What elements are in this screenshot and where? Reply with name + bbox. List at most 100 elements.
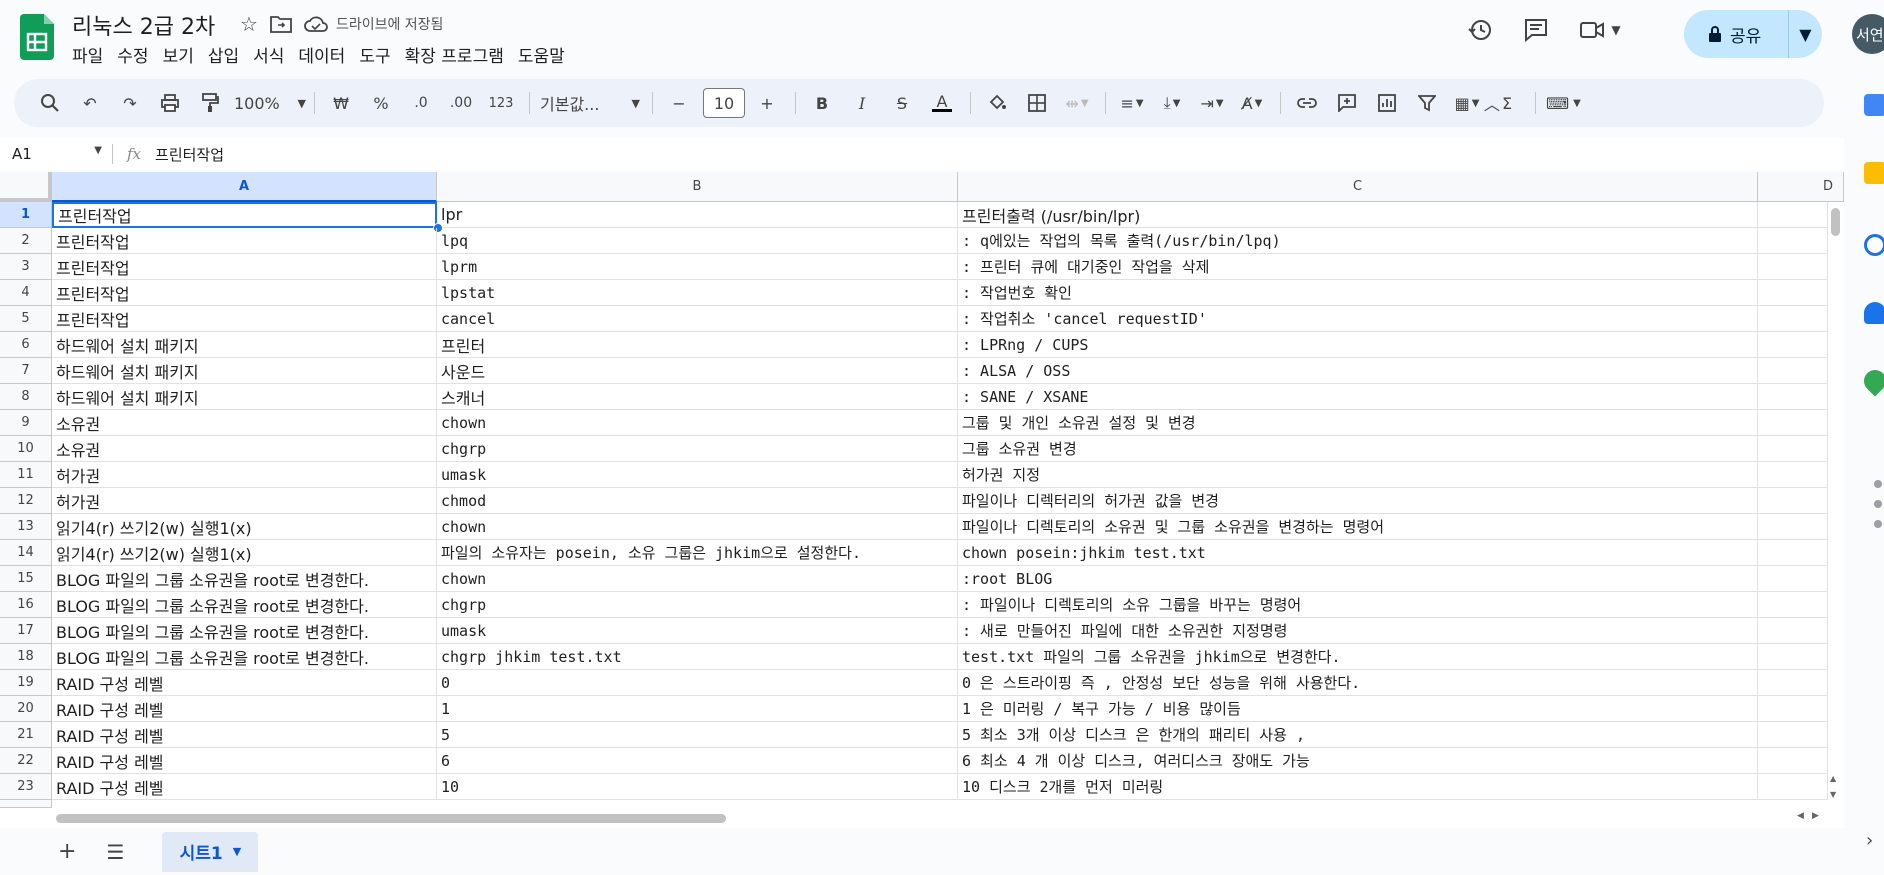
decrease-font-size-icon[interactable]: − [663,87,695,119]
row-header[interactable]: 2 [0,228,52,254]
cell-a[interactable]: 읽기4(r) 쓰기2(w) 실행1(x) [52,514,437,540]
row-header[interactable]: 19 [0,670,52,696]
scroll-right-icon[interactable]: ▶ [1812,811,1819,821]
cell-c[interactable]: chown posein:jhkim test.txt [958,540,1758,566]
zoom-select[interactable]: 100% ▼ [234,87,306,119]
cell-a[interactable]: 하드웨어 설치 패키지 [52,332,437,358]
row-header[interactable]: 4 [0,280,52,306]
cell-d[interactable] [1758,202,1828,228]
cell-d[interactable] [1758,358,1828,384]
scroll-down-icon[interactable]: ▼ [1830,790,1836,799]
horizontal-scroll-thumb[interactable] [56,814,726,823]
cell-b[interactable]: chgrp jhkim test.txt [437,644,958,670]
cell-c[interactable]: 파일이나 디렉터리의 허가권 값을 변경 [958,488,1758,514]
cell-a[interactable]: 소유권 [52,410,437,436]
text-rotation-icon[interactable]: A̸ ▼ [1236,87,1268,119]
cell-c[interactable]: : SANE / XSANE [958,384,1758,410]
cell-b[interactable]: chmod [437,488,958,514]
cell-c[interactable]: 10 디스크 2개를 먼저 미러링 [958,774,1758,800]
row-header[interactable]: 21 [0,722,52,748]
cell-c[interactable]: 프린터출력 (/usr/bin/lpr) [958,202,1758,228]
percent-format-button[interactable]: % [365,87,397,119]
cell-c[interactable]: : 작업번호 확인 [958,280,1758,306]
vertical-align-icon[interactable]: ⤓ ▼ [1156,87,1188,119]
cell-a[interactable]: RAID 구성 레벨 [52,696,437,722]
row-header[interactable]: 16 [0,592,52,618]
cell-b[interactable]: chgrp [437,436,958,462]
cell-b[interactable]: 0 [437,670,958,696]
menu-format[interactable]: 서식 [253,42,292,67]
formula-input[interactable]: 프린터작업 [155,144,224,165]
cell-a[interactable]: 프린터작업 [52,228,437,254]
sheet-tab-dropdown-icon[interactable]: ▼ [233,845,241,858]
avatar[interactable]: 서연 [1852,14,1884,54]
cell-c[interactable]: 그룹 및 개인 소유권 설정 및 변경 [958,410,1758,436]
bold-icon[interactable]: B [806,87,838,119]
cell-d[interactable] [1758,280,1828,306]
row-header[interactable]: 12 [0,488,52,514]
cell-a[interactable]: RAID 구성 레벨 [52,670,437,696]
tasks-icon[interactable] [1864,234,1884,256]
cell-b[interactable]: lpstat [437,280,958,306]
insert-chart-icon[interactable] [1371,87,1403,119]
cell-d[interactable] [1758,644,1828,670]
menu-data[interactable]: 데이터 [298,42,353,67]
strikethrough-icon[interactable]: S [886,87,918,119]
name-box-dropdown-icon[interactable]: ▼ [94,145,102,163]
name-box[interactable]: A1 ▼ [0,145,112,163]
comments-icon[interactable] [1516,10,1556,50]
cell-a[interactable]: 프린터작업 [52,280,437,306]
fill-color-icon[interactable] [981,87,1013,119]
contacts-icon[interactable] [1864,302,1884,324]
cell-a[interactable]: 프린터작업 [52,202,437,228]
menu-edit[interactable]: 수정 [117,42,156,67]
cell-c[interactable]: : 파일이나 디렉토리의 소유 그룹을 바꾸는 명령어 [958,592,1758,618]
menu-insert[interactable]: 삽입 [208,42,247,67]
cell-b[interactable]: 파일의 소유자는 posein, 소유 그룹은 jhkim으로 설정한다. [437,540,958,566]
cell-d[interactable] [1758,410,1828,436]
cell-c[interactable]: 그룹 소유권 변경 [958,436,1758,462]
number-format-button[interactable]: 123 [485,87,517,119]
cell-c[interactable]: 0 은 스트라이핑 즉 , 안정성 보단 성능을 위해 사용한다. [958,670,1758,696]
row-header[interactable]: 6 [0,332,52,358]
cell-b[interactable]: umask [437,618,958,644]
cell-b[interactable]: lpq [437,228,958,254]
row-header[interactable]: 18 [0,644,52,670]
cell-c[interactable]: 6 최소 4 개 이상 디스크, 여러디스크 장애도 가능 [958,748,1758,774]
cell-c[interactable]: test.txt 파일의 그룹 소유권을 jhkim으로 변경한다. [958,644,1758,670]
increase-font-size-icon[interactable]: + [751,87,783,119]
cell-d[interactable] [1758,254,1828,280]
column-header-b[interactable]: B [437,172,958,202]
cell-d[interactable] [1758,566,1828,592]
cell-b[interactable]: cancel [437,306,958,332]
cell-c[interactable]: 5 최소 3개 이상 디스크 은 한개의 패리티 사용 , [958,722,1758,748]
cell-a[interactable]: 허가권 [52,488,437,514]
font-select[interactable]: 기본값... ▼ [540,87,640,119]
vertical-scrollbar[interactable]: ▲ ▼ [1828,202,1844,802]
cell-d[interactable] [1758,436,1828,462]
cell-a[interactable]: 허가권 [52,462,437,488]
cell-a[interactable]: 프린터작업 [52,306,437,332]
row-header[interactable]: 13 [0,514,52,540]
cell-b[interactable]: 스캐너 [437,384,958,410]
cell-a[interactable]: 하드웨어 설치 패키지 [52,384,437,410]
cell-c[interactable]: 허가권 지정 [958,462,1758,488]
cell-b[interactable]: 프린터 [437,332,958,358]
merge-cells-icon[interactable]: ⇹ ▼ [1061,87,1093,119]
cell-d[interactable] [1758,514,1828,540]
add-sheet-icon[interactable]: + [58,839,76,864]
cell-c[interactable]: 1 은 미러링 / 복구 가능 / 비용 많이듬 [958,696,1758,722]
scroll-left-icon[interactable]: ◀ [1797,811,1804,821]
undo-icon[interactable]: ↶ [74,87,106,119]
row-header[interactable]: 9 [0,410,52,436]
redo-icon[interactable]: ↷ [114,87,146,119]
move-folder-icon[interactable] [270,15,292,33]
sheets-logo-icon[interactable] [20,14,54,60]
row-header[interactable]: 17 [0,618,52,644]
spreadsheet-grid[interactable]: A B C D 1 프린터작업 lpr 프린터출력 (/usr/bin/lpr) 2 프린… [0,172,1844,828]
cell-b[interactable]: 사운드 [437,358,958,384]
cell-d[interactable] [1758,670,1828,696]
cell-a[interactable]: 프린터작업 [52,254,437,280]
menu-help[interactable]: 도움말 [518,42,573,67]
cell-a[interactable]: RAID 구성 레벨 [52,722,437,748]
